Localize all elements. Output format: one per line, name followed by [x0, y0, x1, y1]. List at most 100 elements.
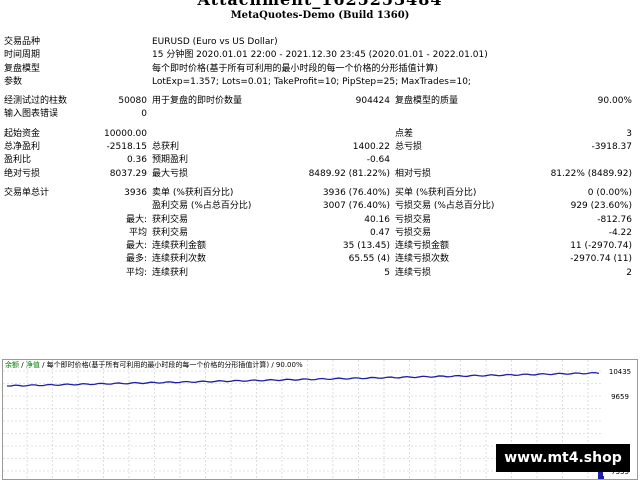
- label-expected-payoff: 预期盈利: [152, 155, 189, 166]
- label-consecutive-losses-count: 连续亏损次数: [395, 254, 450, 265]
- label-errors: 输入图表错误: [4, 109, 59, 120]
- value-average-consecutive-losses: 2: [626, 267, 632, 278]
- legend-balance: 余额: [5, 361, 19, 369]
- label-consecutive-wins-amount: 连续获利金额: [152, 241, 207, 252]
- label-symbol: 交易品种: [4, 37, 41, 47]
- stats-row: 最大: 获利交易 40.16 亏损交易 -812.76: [0, 214, 640, 227]
- value-average-profit: 0.47: [369, 227, 390, 238]
- label-gross-loss: 总亏损: [395, 142, 423, 153]
- legend-model: 每个即时价格(基于所有可利用的最小时段的每一个价格的分形插值计算) / 90.0…: [46, 361, 303, 369]
- label-average-profit: 获利交易: [152, 227, 189, 238]
- stats-row: 最多: 连续获利次数 65.55 (4) 连续亏损次数 -2970.74 (11…: [0, 253, 640, 266]
- label-model: 复盘模型: [4, 63, 41, 74]
- label-bars: 经测试过的柱数: [4, 96, 68, 107]
- value-largest-profit: 40.16: [364, 214, 390, 225]
- label-long-positions: 买单 (%获利百分比): [395, 187, 477, 198]
- label-consecutive-losses-amount: 连续亏损金额: [395, 241, 450, 252]
- trades-row: 交易单总计 3936 卖单 (%获利百分比) 3936 (76.40%) 买单 …: [0, 187, 640, 200]
- value-symbol: EURUSD (Euro vs US Dollar): [152, 37, 278, 47]
- label-consecutive-wins-count: 连续获利次数: [152, 254, 207, 265]
- stat-prefix: 平均: [128, 227, 147, 238]
- value-relative-drawdown: 81.22% (8489.92): [550, 168, 632, 179]
- label-loss-trades: 亏损交易 (%占总百分比): [395, 201, 495, 212]
- value-ticks: 904424: [355, 96, 390, 107]
- value-params: LotExp=1.357; Lots=0.01; TakeProfit=10; …: [152, 76, 471, 87]
- value-quality: 90.00%: [597, 96, 632, 107]
- label-profit-trades: 盈利交易 (%占总百分比): [152, 201, 252, 212]
- stats-row: 最大: 连续获利金额 35 (13.45) 连续亏损金额 11 (-2970.7…: [0, 240, 640, 253]
- value-long-positions: 0 (0.00%): [587, 187, 632, 198]
- label-deposit: 起始资金: [4, 128, 41, 139]
- chart-legend: 余额 / 净值 / 每个即时价格(基于所有可利用的最小时段的每一个价格的分形插值…: [5, 360, 303, 370]
- legend-equity: 净值: [25, 361, 40, 369]
- value-bars: 50080: [118, 96, 147, 107]
- value-gross-profit: 1400.22: [352, 142, 390, 153]
- label-params: 参数: [4, 76, 23, 87]
- label-max-drawdown: 最大亏损: [152, 168, 189, 179]
- report-server: MetaQuotes-Demo (Build 1360): [230, 10, 410, 21]
- balance-curve: [6, 371, 600, 387]
- value-consecutive-wins-amount: 35 (13.45): [342, 241, 390, 252]
- stat-prefix: 最多:: [125, 254, 147, 265]
- label-largest-loss: 亏损交易: [395, 214, 432, 225]
- stat-prefix: 最大:: [125, 214, 147, 225]
- label-spread: 点差: [395, 128, 414, 139]
- stats-row: 平均 获利交易 0.47 亏损交易 -4.22: [0, 227, 640, 240]
- deposit-row: 起始资金 10000.00 点差 3: [0, 128, 640, 141]
- label-short-positions: 卖单 (%获利百分比): [152, 187, 234, 198]
- info-row-period: 时间周期 15 分钟图 2020.01.01 22:00 - 2021.12.3…: [0, 49, 640, 62]
- value-errors: 0: [141, 109, 147, 120]
- value-consecutive-losses-amount: 11 (-2970.74): [570, 241, 632, 252]
- watermark: www.mt4.shop: [496, 444, 630, 472]
- value-consecutive-wins-count: 65.55 (4): [348, 254, 390, 265]
- label-ticks: 用于复盘的即时价数量: [152, 96, 243, 107]
- label-average-consecutive-losses: 连续亏损: [395, 267, 432, 278]
- label-profit-factor: 盈利比: [4, 155, 32, 166]
- label-absolute-drawdown: 绝对亏损: [4, 168, 41, 179]
- legend-separator: /: [21, 361, 24, 369]
- stats-row: 平均: 连续获利 5 连续亏损 2: [0, 267, 640, 280]
- value-absolute-drawdown: 8037.29: [109, 168, 147, 179]
- value-expected-payoff: -0.64: [366, 155, 390, 166]
- value-period: 15 分钟图 2020.01.01 22:00 - 2021.12.30 23:…: [152, 50, 488, 61]
- label-net-profit: 总净盈利: [4, 142, 41, 153]
- label-quality: 复盘模型的质量: [395, 96, 459, 107]
- value-profit-trades: 3007 (76.40%): [322, 201, 390, 212]
- label-largest-profit: 获利交易: [152, 214, 189, 225]
- value-average-consecutive-wins: 5: [384, 267, 390, 278]
- profit-row: 总净盈利 -2518.15 总获利 1400.22 总亏损 -3918.37: [0, 141, 640, 154]
- stat-prefix: 最大:: [125, 241, 147, 252]
- profit-factor-row: 盈利比 0.36 预期盈利 -0.64: [0, 154, 640, 167]
- label-relative-drawdown: 相对亏损: [395, 168, 432, 179]
- label-total-trades: 交易单总计: [4, 187, 50, 198]
- report-title: Attachment_1625253484: [0, 0, 640, 9]
- value-max-drawdown: 8489.92 (81.22%): [308, 168, 390, 179]
- bars-row: 经测试过的柱数 50080 用于复盘的即时价数量 904424 复盘模型的质量 …: [0, 95, 640, 108]
- axis-tick-label: 9659: [603, 393, 637, 401]
- drawdown-row: 绝对亏损 8037.29 最大亏损 8489.92 (81.22%) 相对亏损 …: [0, 168, 640, 181]
- info-row-symbol: 交易品种 EURUSD (Euro vs US Dollar): [0, 36, 640, 49]
- value-loss-trades: 929 (23.60%): [570, 201, 632, 212]
- label-gross-profit: 总获利: [152, 142, 180, 153]
- value-average-loss: -4.22: [608, 227, 632, 238]
- info-row-params: 参数 LotExp=1.357; Lots=0.01; TakeProfit=1…: [0, 76, 640, 89]
- value-deposit: 10000.00: [104, 128, 147, 139]
- value-short-positions: 3936 (76.40%): [322, 187, 390, 198]
- info-row-model: 复盘模型 每个即时价格(基于所有可利用的最小时段的每一个价格的分形插值计算): [0, 63, 640, 76]
- value-consecutive-losses-count: -2970.74 (11): [570, 254, 632, 265]
- label-average-loss: 亏损交易: [395, 227, 432, 238]
- value-profit-factor: 0.36: [126, 155, 147, 166]
- value-total-trades: 3936: [124, 187, 147, 198]
- errors-row: 输入图表错误 0: [0, 108, 640, 121]
- value-spread: 3: [626, 128, 632, 139]
- stats-row: 盈利交易 (%占总百分比) 3007 (76.40%) 亏损交易 (%占总百分比…: [0, 200, 640, 213]
- axis-tick-label: 10435: [603, 368, 637, 376]
- value-gross-loss: -3918.37: [591, 142, 632, 153]
- legend-separator: /: [42, 361, 45, 369]
- value-net-profit: -2518.15: [106, 142, 147, 153]
- label-period: 时间周期: [4, 50, 41, 61]
- stat-prefix: 平均:: [125, 267, 147, 278]
- value-largest-loss: -812.76: [597, 214, 632, 225]
- value-model: 每个即时价格(基于所有可利用的最小时段的每一个价格的分形插值计算): [152, 63, 439, 74]
- label-average-consecutive-wins: 连续获利: [152, 267, 189, 278]
